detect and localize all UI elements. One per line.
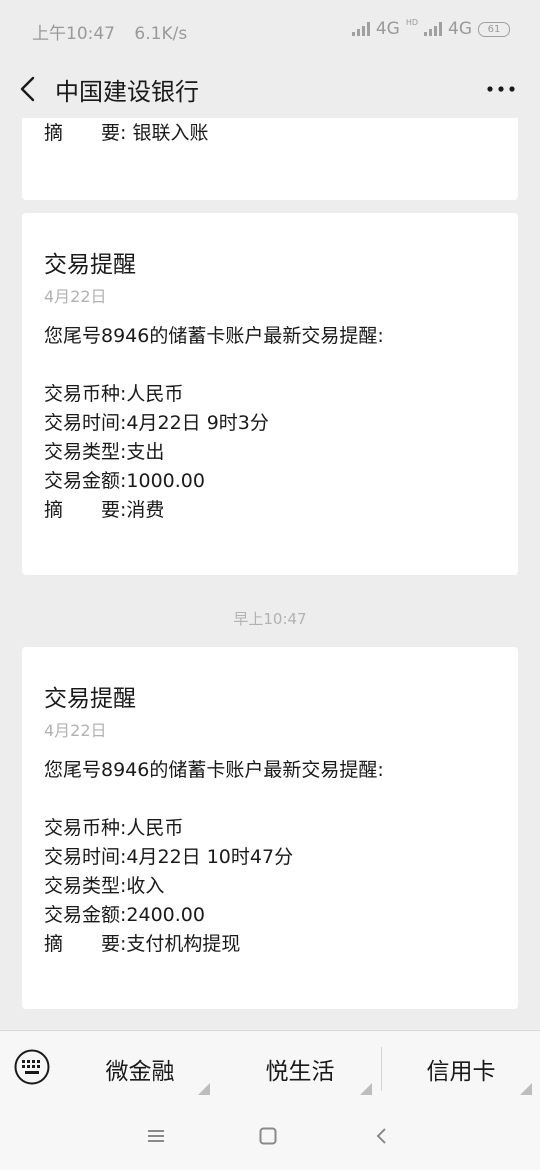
summary-key: 摘 要:: [44, 499, 127, 521]
currency-value: 人民币: [126, 383, 184, 405]
menu-label: 悦生活: [265, 1059, 335, 1085]
currency-line: 交易币种:人民币: [44, 379, 183, 406]
type-line: 交易类型:支出: [44, 437, 164, 464]
summary-value: 银联入账: [132, 122, 209, 144]
card-title: 交易提醒: [44, 252, 136, 278]
summary-value: 消费: [126, 499, 165, 521]
menu-label: 微金融: [105, 1059, 175, 1085]
time-value: 4月22日 10时47分: [126, 846, 294, 868]
menu-lines-icon[interactable]: [146, 1126, 166, 1146]
summary-line: 摘 要:消费: [44, 495, 164, 522]
status-speed: 6.1K/s: [134, 24, 188, 44]
card-title: 交易提醒: [44, 686, 136, 712]
wechat-official-account-chat: 上午10:47 6.1K/s 4G HD 4G 61 中国建设银行 摘 要: 银…: [0, 0, 540, 1170]
submenu-indicator-icon: [360, 1083, 372, 1095]
submenu-indicator-icon: [198, 1083, 210, 1095]
message-timestamp: 早上10:47: [233, 610, 307, 628]
time-line: 交易时间:4月22日 10时47分: [44, 842, 293, 869]
status-time: 上午10:47: [32, 24, 115, 44]
type-key: 交易类型:: [44, 875, 127, 897]
menu-divider: [381, 1047, 382, 1091]
time-line: 交易时间:4月22日 9时3分: [44, 408, 269, 435]
message-card-partial[interactable]: 摘 要: 银联入账: [22, 118, 518, 200]
back-chevron-icon[interactable]: [372, 1126, 392, 1146]
status-bar: 上午10:47 6.1K/s 4G HD 4G 61: [0, 0, 540, 60]
system-nav-bar: [0, 1106, 540, 1170]
summary-value: 支付机构提现: [126, 933, 241, 955]
summary-line: 摘 要:支付机构提现: [44, 929, 240, 956]
amount-line: 交易金额:2400.00: [44, 900, 205, 927]
type-value: 支出: [126, 441, 165, 463]
time-key: 交易时间:: [44, 412, 127, 434]
menu-label: 信用卡: [426, 1059, 496, 1085]
hd-label: HD: [405, 18, 418, 27]
currency-key: 交易币种:: [44, 383, 127, 405]
card-date: 4月22日: [44, 721, 107, 740]
currency-key: 交易币种:: [44, 817, 127, 839]
intro-line: 您尾号8946的储蓄卡账户最新交易提醒:: [44, 759, 384, 781]
type-key: 交易类型:: [44, 441, 127, 463]
page-title: 中国建设银行: [55, 78, 199, 106]
network-type-2: 4G: [448, 19, 472, 39]
message-card[interactable]: 交易提醒 4月22日 您尾号8946的储蓄卡账户最新交易提醒: 交易币种:人民币…: [22, 213, 518, 575]
type-line: 交易类型:收入: [44, 871, 164, 898]
amount-key: 交易金额:: [44, 470, 127, 492]
home-square-icon[interactable]: [258, 1126, 278, 1146]
currency-line: 交易币种:人民币: [44, 813, 183, 840]
keyboard-icon[interactable]: [14, 1049, 50, 1085]
signal-icon: [351, 22, 370, 36]
bottom-menu: 微金融 悦生活 信用卡: [0, 1030, 540, 1107]
menu-item-yue-shenghuo[interactable]: 悦生活: [222, 1031, 378, 1107]
battery-icon: 61: [478, 21, 510, 37]
card-date: 4月22日: [44, 287, 107, 306]
chat-header: 中国建设银行: [0, 60, 540, 118]
network-type-1: 4G: [375, 19, 400, 39]
menu-item-wei-jinrong[interactable]: 微金融: [64, 1031, 216, 1107]
time-key: 交易时间:: [44, 846, 127, 868]
amount-key: 交易金额:: [44, 904, 127, 926]
status-left: 上午10:47 6.1K/s: [32, 19, 201, 44]
currency-value: 人民币: [126, 817, 184, 839]
summary-key: 摘 要:: [44, 122, 127, 144]
more-dots-icon[interactable]: [486, 84, 516, 94]
amount-value: 1000.00: [126, 470, 205, 492]
chevron-left-icon[interactable]: [16, 74, 40, 104]
amount-line: 交易金额:1000.00: [44, 466, 205, 493]
signal-icon-2: [424, 22, 442, 36]
amount-value: 2400.00: [126, 904, 205, 926]
menu-item-credit-card[interactable]: 信用卡: [384, 1031, 538, 1107]
message-list[interactable]: 摘 要: 银联入账 交易提醒 4月22日 您尾号8946的储蓄卡账户最新交易提醒…: [0, 118, 540, 1030]
summary-line: 摘 要: 银联入账: [44, 118, 208, 145]
submenu-indicator-icon: [520, 1083, 532, 1095]
type-value: 收入: [126, 875, 165, 897]
message-card[interactable]: 交易提醒 4月22日 您尾号8946的储蓄卡账户最新交易提醒: 交易币种:人民币…: [22, 647, 518, 1009]
intro-line: 您尾号8946的储蓄卡账户最新交易提醒:: [44, 325, 384, 347]
summary-key: 摘 要:: [44, 933, 127, 955]
time-value: 4月22日 9时3分: [126, 412, 269, 434]
status-right: 4G HD 4G 61: [351, 18, 510, 39]
